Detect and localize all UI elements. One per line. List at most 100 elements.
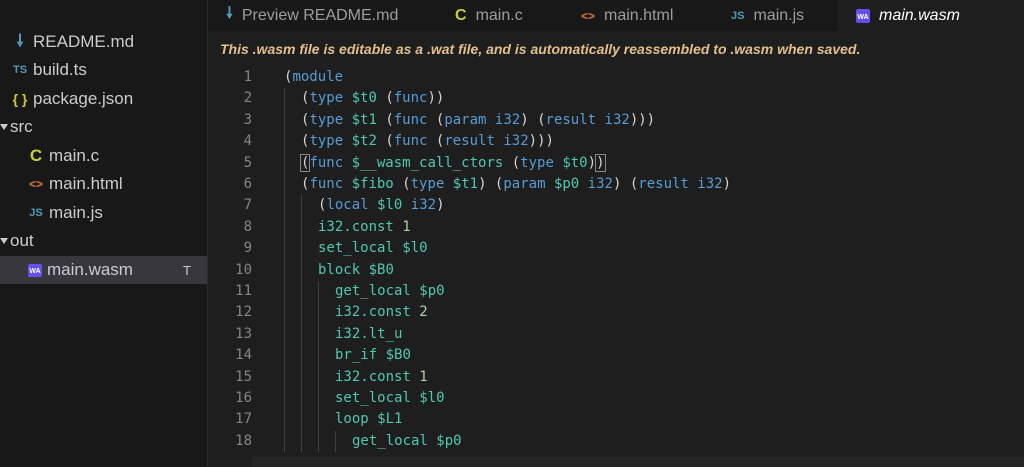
code-line[interactable]: 18 get_local $p0 <box>208 431 1024 452</box>
code-token: br_if <box>335 347 378 364</box>
code-token: i32.const <box>335 368 411 385</box>
line-number: 9 <box>243 240 252 257</box>
code-line[interactable]: 12 i32.const 2 <box>208 302 1024 323</box>
tab-preview-readme-md[interactable]: 🠗 Preview README.md <box>208 0 437 31</box>
code-token: i32 <box>697 176 723 192</box>
code-line[interactable]: 14 br_if $B0 <box>208 345 1024 366</box>
line-number: 8 <box>243 218 252 235</box>
code-token: ( <box>376 90 394 107</box>
code-token: $L1 <box>377 411 403 428</box>
code-text: i32.const 1 <box>318 217 411 238</box>
file-main-c[interactable]: Cmain.c <box>0 142 207 170</box>
code-token: 1 <box>402 218 411 235</box>
code-editor[interactable]: 1 (module 2 (type $t0 (func)) 3 (type $t1 (fu… <box>208 67 1024 467</box>
code-token: $l0 <box>402 240 428 257</box>
code-token: param <box>444 111 487 128</box>
code-text: i32.const 2 <box>335 302 428 323</box>
tab-main-js[interactable]: JS main.js <box>713 0 838 31</box>
code-token: i32.lt_u <box>335 325 403 342</box>
tab-main-wasm[interactable]: WA main.wasm <box>838 0 1024 31</box>
code-line[interactable]: 3 (type $t1 (func (param i32) (result i32… <box>208 110 1024 131</box>
code-token: module <box>292 69 344 85</box>
code-line[interactable]: 11 get_local $p0 <box>208 281 1024 302</box>
code-line[interactable]: 4 (type $t2 (func (result i32))) <box>208 131 1024 152</box>
line-number: 14 <box>235 347 252 364</box>
code-token: ( <box>393 176 411 192</box>
code-line[interactable]: 15 i32.const 1 <box>208 367 1024 388</box>
code-token: i32 <box>604 111 630 128</box>
line-number: 2 <box>243 90 252 107</box>
code-token: result <box>638 176 689 192</box>
code-token: $t2 <box>351 133 377 150</box>
code-line[interactable]: 1 (module <box>208 67 1024 88</box>
tree-item-label: build.ts <box>33 60 87 79</box>
code-line[interactable]: 8 i32.const 1 <box>208 217 1024 238</box>
code-line[interactable]: 17 loop $L1 <box>208 409 1024 430</box>
code-line[interactable]: 7 (local $l0 i32) <box>208 195 1024 216</box>
code-line[interactable]: 6 (func $fibo (type $t1) (param $p0 i32) … <box>208 174 1024 195</box>
code-token: $B0 <box>385 347 411 364</box>
chevron-down-icon[interactable] <box>0 238 8 244</box>
code-line[interactable]: 13 i32.lt_u <box>208 324 1024 345</box>
tree-item-label: main.js <box>49 203 103 222</box>
file-package-json[interactable]: { } package.json <box>0 85 207 113</box>
folder-src[interactable]: src <box>0 113 207 141</box>
folder-out[interactable]: out <box>0 227 207 255</box>
code-token: i32 <box>587 176 613 192</box>
code-token: ( <box>376 133 394 150</box>
code-text: set_local $l0 <box>335 388 445 409</box>
status-badge: T <box>183 262 191 278</box>
code-line[interactable]: 9 set_local $l0 <box>208 238 1024 259</box>
file-readme-md[interactable]: 🠗 README.md <box>0 28 207 56</box>
code-line[interactable]: 16 set_local $l0 <box>208 388 1024 409</box>
braces-icon: { } <box>12 91 28 107</box>
code-token: i32.const <box>335 304 411 321</box>
code-token: )) <box>427 90 445 107</box>
line-number: 6 <box>243 176 252 192</box>
indent-guide <box>335 430 336 453</box>
code-text: (func $fibo (type $t1) (param $p0 i32) (… <box>301 174 731 195</box>
code-text: i32.const 1 <box>335 367 428 388</box>
code-token: 2 <box>419 304 428 321</box>
file-main-wasm[interactable]: WA main.wasm T <box>0 256 207 284</box>
code-line[interactable]: 2 (type $t0 (func)) <box>208 88 1024 109</box>
file-explorer: 🠗 README.md TS build.ts { } package.json src Cm… <box>0 0 208 467</box>
code-line[interactable]: 10 block $B0 <box>208 260 1024 281</box>
line-number: 5 <box>243 154 252 171</box>
file-main-html[interactable]: <> main.html <box>0 170 207 198</box>
line-number: 15 <box>235 368 252 385</box>
code-text: set_local $l0 <box>318 238 428 259</box>
chevron-down-icon[interactable] <box>0 124 8 130</box>
file-build-ts[interactable]: TS build.ts <box>0 56 207 84</box>
line-number: 3 <box>243 111 252 128</box>
tab-label: main.wasm <box>879 6 960 24</box>
code-token: $t0 <box>351 90 377 107</box>
horizontal-scrollbar[interactable] <box>252 457 1024 467</box>
code-text: get_local $p0 <box>335 281 445 302</box>
code-text: (type $t2 (func (result i32))) <box>301 131 554 152</box>
file-main-js[interactable]: JS main.js <box>0 199 207 227</box>
wasm-edit-notice: This .wasm file is editable as a .wat fi… <box>220 41 861 57</box>
code-line[interactable]: 5 (func $__wasm_call_ctors (type $t0)) <box>208 153 1024 174</box>
code-token: type <box>520 154 554 171</box>
code-text: (type $t1 (func (param i32) (result i32)… <box>301 110 655 131</box>
code-token: $t0 <box>562 154 588 171</box>
code-token: type <box>309 90 344 107</box>
tab-main-html[interactable]: <> main.html <box>563 0 713 31</box>
html-icon: <> <box>28 177 43 191</box>
line-number: 4 <box>243 133 252 150</box>
code-token: get_local <box>335 283 411 299</box>
line-number: 17 <box>235 411 252 428</box>
line-number: 7 <box>243 197 252 214</box>
code-token: 1 <box>419 368 428 385</box>
code-token: $__wasm_call_ctors <box>351 154 504 171</box>
indent-guide <box>301 195 302 453</box>
tab-main-c[interactable]: Cmain.c <box>437 0 563 31</box>
